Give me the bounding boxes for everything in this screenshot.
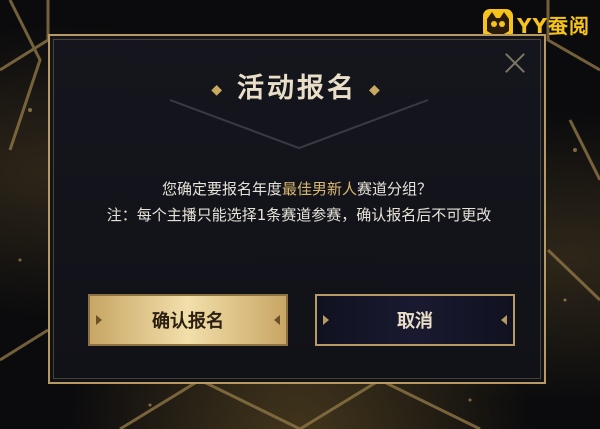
button-arrow-icon <box>501 315 507 325</box>
close-icon[interactable] <box>504 52 526 74</box>
confirm-signup-label: 确认报名 <box>152 311 224 332</box>
note-text: 注：每个主播只能选择1条赛道参赛，确认报名后不可更改 <box>106 206 492 224</box>
title-diamond-icon: ◆ <box>211 81 225 98</box>
title-diamond-icon: ◆ <box>369 81 383 98</box>
confirm-signup-button[interactable]: 确认报名 <box>88 294 288 346</box>
title-chevron-decoration <box>169 99 429 150</box>
signup-dialog: ◆ 活动报名 ◆ 您确定要报名年度最佳男新人赛道分组？ 注：每个主播只能选择1条赛道… <box>48 34 546 384</box>
category-highlight: 最佳男新人 <box>281 180 357 198</box>
confirm-question: 您确定要报名年度最佳男新人赛道分组？ <box>50 176 544 202</box>
button-arrow-icon <box>96 315 102 325</box>
cancel-label: 取消 <box>397 311 433 332</box>
button-arrow-icon <box>323 315 329 325</box>
cancel-button[interactable]: 取消 <box>315 294 515 346</box>
button-arrow-icon <box>274 315 280 325</box>
question-suffix: 赛道分组？ <box>357 180 433 198</box>
question-prefix: 您确定要报名年度 <box>161 180 282 198</box>
